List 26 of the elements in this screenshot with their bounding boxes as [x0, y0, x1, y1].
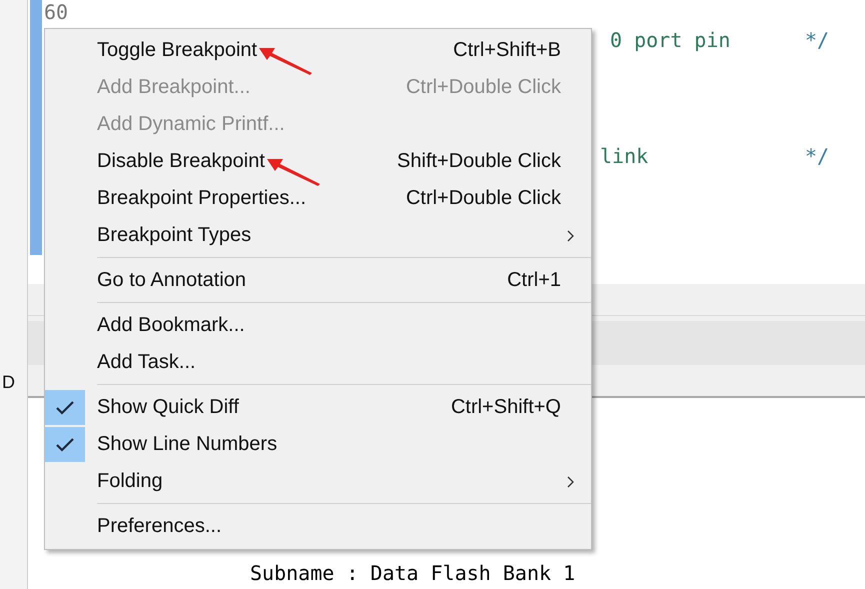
menu-item[interactable]: Show Quick Diff Ctrl+Shift+Q: [45, 389, 591, 426]
menu-item[interactable]: Folding: [45, 463, 591, 500]
comment-text: */: [805, 144, 830, 168]
shortcut-text: Shift+Double Click: [397, 150, 561, 173]
comment-text: */: [805, 28, 830, 52]
menu-item[interactable]: Show Line Numbers: [45, 426, 591, 463]
shortcut-text: Ctrl+Double Click: [406, 187, 561, 210]
console-text: Subname : Data Flash Bank 1: [250, 562, 576, 585]
menu-item[interactable]: Add Task...: [45, 344, 591, 381]
menu-item[interactable]: Add Bookmark...: [45, 307, 591, 344]
shortcut-text: Ctrl+Shift+Q: [450, 396, 561, 419]
shortcut-text: Ctrl+1: [507, 269, 561, 292]
menu-item[interactable]: Preferences...: [45, 508, 591, 545]
menu-item[interactable]: Breakpoint Properties... Ctrl+Double Click: [45, 180, 591, 217]
panel-tab[interactable]: D: [0, 372, 27, 393]
menu-item[interactable]: Go to Annotation Ctrl+1: [45, 262, 591, 299]
menu-item[interactable]: Toggle Breakpoint Ctrl+Shift+B: [45, 32, 591, 69]
code-text: 0 port pin: [610, 28, 730, 52]
shortcut-text: Ctrl+Shift+B: [453, 39, 561, 62]
code-text: link: [600, 144, 648, 168]
menu-item: Add Dynamic Printf...: [96, 112, 286, 137]
menu-item: Add Breakpoint... Ctrl+Double Click: [96, 75, 562, 101]
line-number: 60: [43, 0, 70, 26]
menu-item[interactable]: Breakpoint Types: [45, 217, 591, 254]
shortcut-text: Ctrl+Double Click: [406, 76, 561, 99]
menu-item[interactable]: Disable Breakpoint Shift+Double Click: [45, 143, 591, 180]
